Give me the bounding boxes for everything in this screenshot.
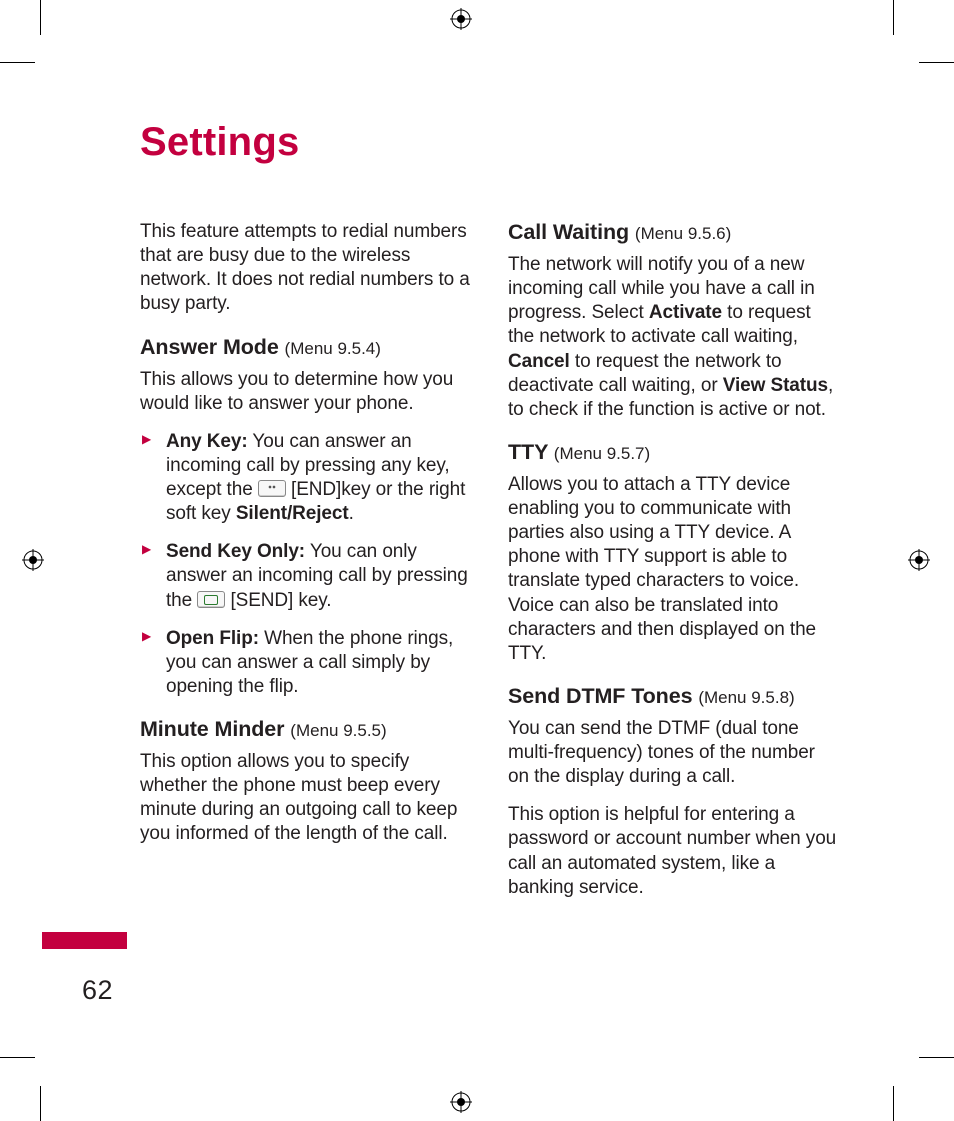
list-item-any-key: Any Key: You can answer an incoming call… xyxy=(140,430,472,527)
menu-ref: (Menu 9.5.6) xyxy=(635,224,731,243)
item-text: . xyxy=(349,503,354,524)
heading-text: Answer Mode xyxy=(140,335,279,359)
heading-text: Call Waiting xyxy=(508,220,629,244)
send-key-icon xyxy=(197,591,225,608)
body-columns: This feature attempts to redial numbers … xyxy=(140,220,840,900)
accent-bar xyxy=(42,932,127,949)
heading-minute-minder: Minute Minder (Menu 9.5.5) xyxy=(140,717,472,742)
registration-mark-right xyxy=(908,549,930,571)
registration-mark-bottom xyxy=(450,1091,472,1113)
crop-mark xyxy=(0,62,35,63)
list-item-send-key: Send Key Only: You can only answer an in… xyxy=(140,540,472,612)
page-title: Settings xyxy=(140,120,840,165)
heading-text: Minute Minder xyxy=(140,717,284,741)
crop-mark xyxy=(893,1086,894,1121)
dtmf-body-2: This option is helpful for entering a pa… xyxy=(508,803,840,900)
crop-mark xyxy=(40,1086,41,1121)
heading-answer-mode: Answer Mode (Menu 9.5.4) xyxy=(140,335,472,360)
page-content: Settings This feature attempts to redial… xyxy=(140,120,840,900)
menu-ref: (Menu 9.5.5) xyxy=(290,721,386,740)
page-number: 62 xyxy=(82,975,113,1006)
menu-ref: (Menu 9.5.8) xyxy=(698,688,794,707)
item-text: [SEND] key. xyxy=(225,590,331,611)
crop-mark xyxy=(919,62,954,63)
heading-call-waiting: Call Waiting (Menu 9.5.6) xyxy=(508,220,840,245)
body-bold: View Status xyxy=(723,375,828,396)
crop-mark xyxy=(40,0,41,35)
heading-text: TTY xyxy=(508,440,548,464)
dtmf-body-1: You can send the DTMF (dual tone multi-f… xyxy=(508,717,840,789)
call-waiting-body: The network will notify you of a new inc… xyxy=(508,253,840,422)
end-key-icon xyxy=(258,480,286,497)
item-bold: Silent/Reject xyxy=(236,503,349,524)
crop-mark xyxy=(893,0,894,35)
crop-mark xyxy=(0,1057,35,1058)
menu-ref: (Menu 9.5.7) xyxy=(554,444,650,463)
body-bold: Cancel xyxy=(508,351,570,372)
list-item-open-flip: Open Flip: When the phone rings, you can… xyxy=(140,627,472,699)
heading-dtmf: Send DTMF Tones (Menu 9.5.8) xyxy=(508,684,840,709)
tty-body: Allows you to attach a TTY device enabli… xyxy=(508,473,840,666)
answer-mode-lead: This allows you to determine how you wou… xyxy=(140,368,472,416)
crop-mark xyxy=(919,1057,954,1058)
menu-ref: (Menu 9.5.4) xyxy=(285,339,381,358)
heading-text: Send DTMF Tones xyxy=(508,684,692,708)
heading-tty: TTY (Menu 9.5.7) xyxy=(508,440,840,465)
intro-paragraph: This feature attempts to redial numbers … xyxy=(140,220,472,317)
answer-mode-list: Any Key: You can answer an incoming call… xyxy=(140,430,472,699)
body-bold: Activate xyxy=(649,302,722,323)
registration-mark-left xyxy=(22,549,44,571)
minute-minder-body: This option allows you to specify whethe… xyxy=(140,750,472,847)
item-label: Send Key Only: xyxy=(166,541,305,562)
registration-mark-top xyxy=(450,8,472,30)
item-label: Any Key: xyxy=(166,431,248,452)
item-label: Open Flip: xyxy=(166,628,259,649)
